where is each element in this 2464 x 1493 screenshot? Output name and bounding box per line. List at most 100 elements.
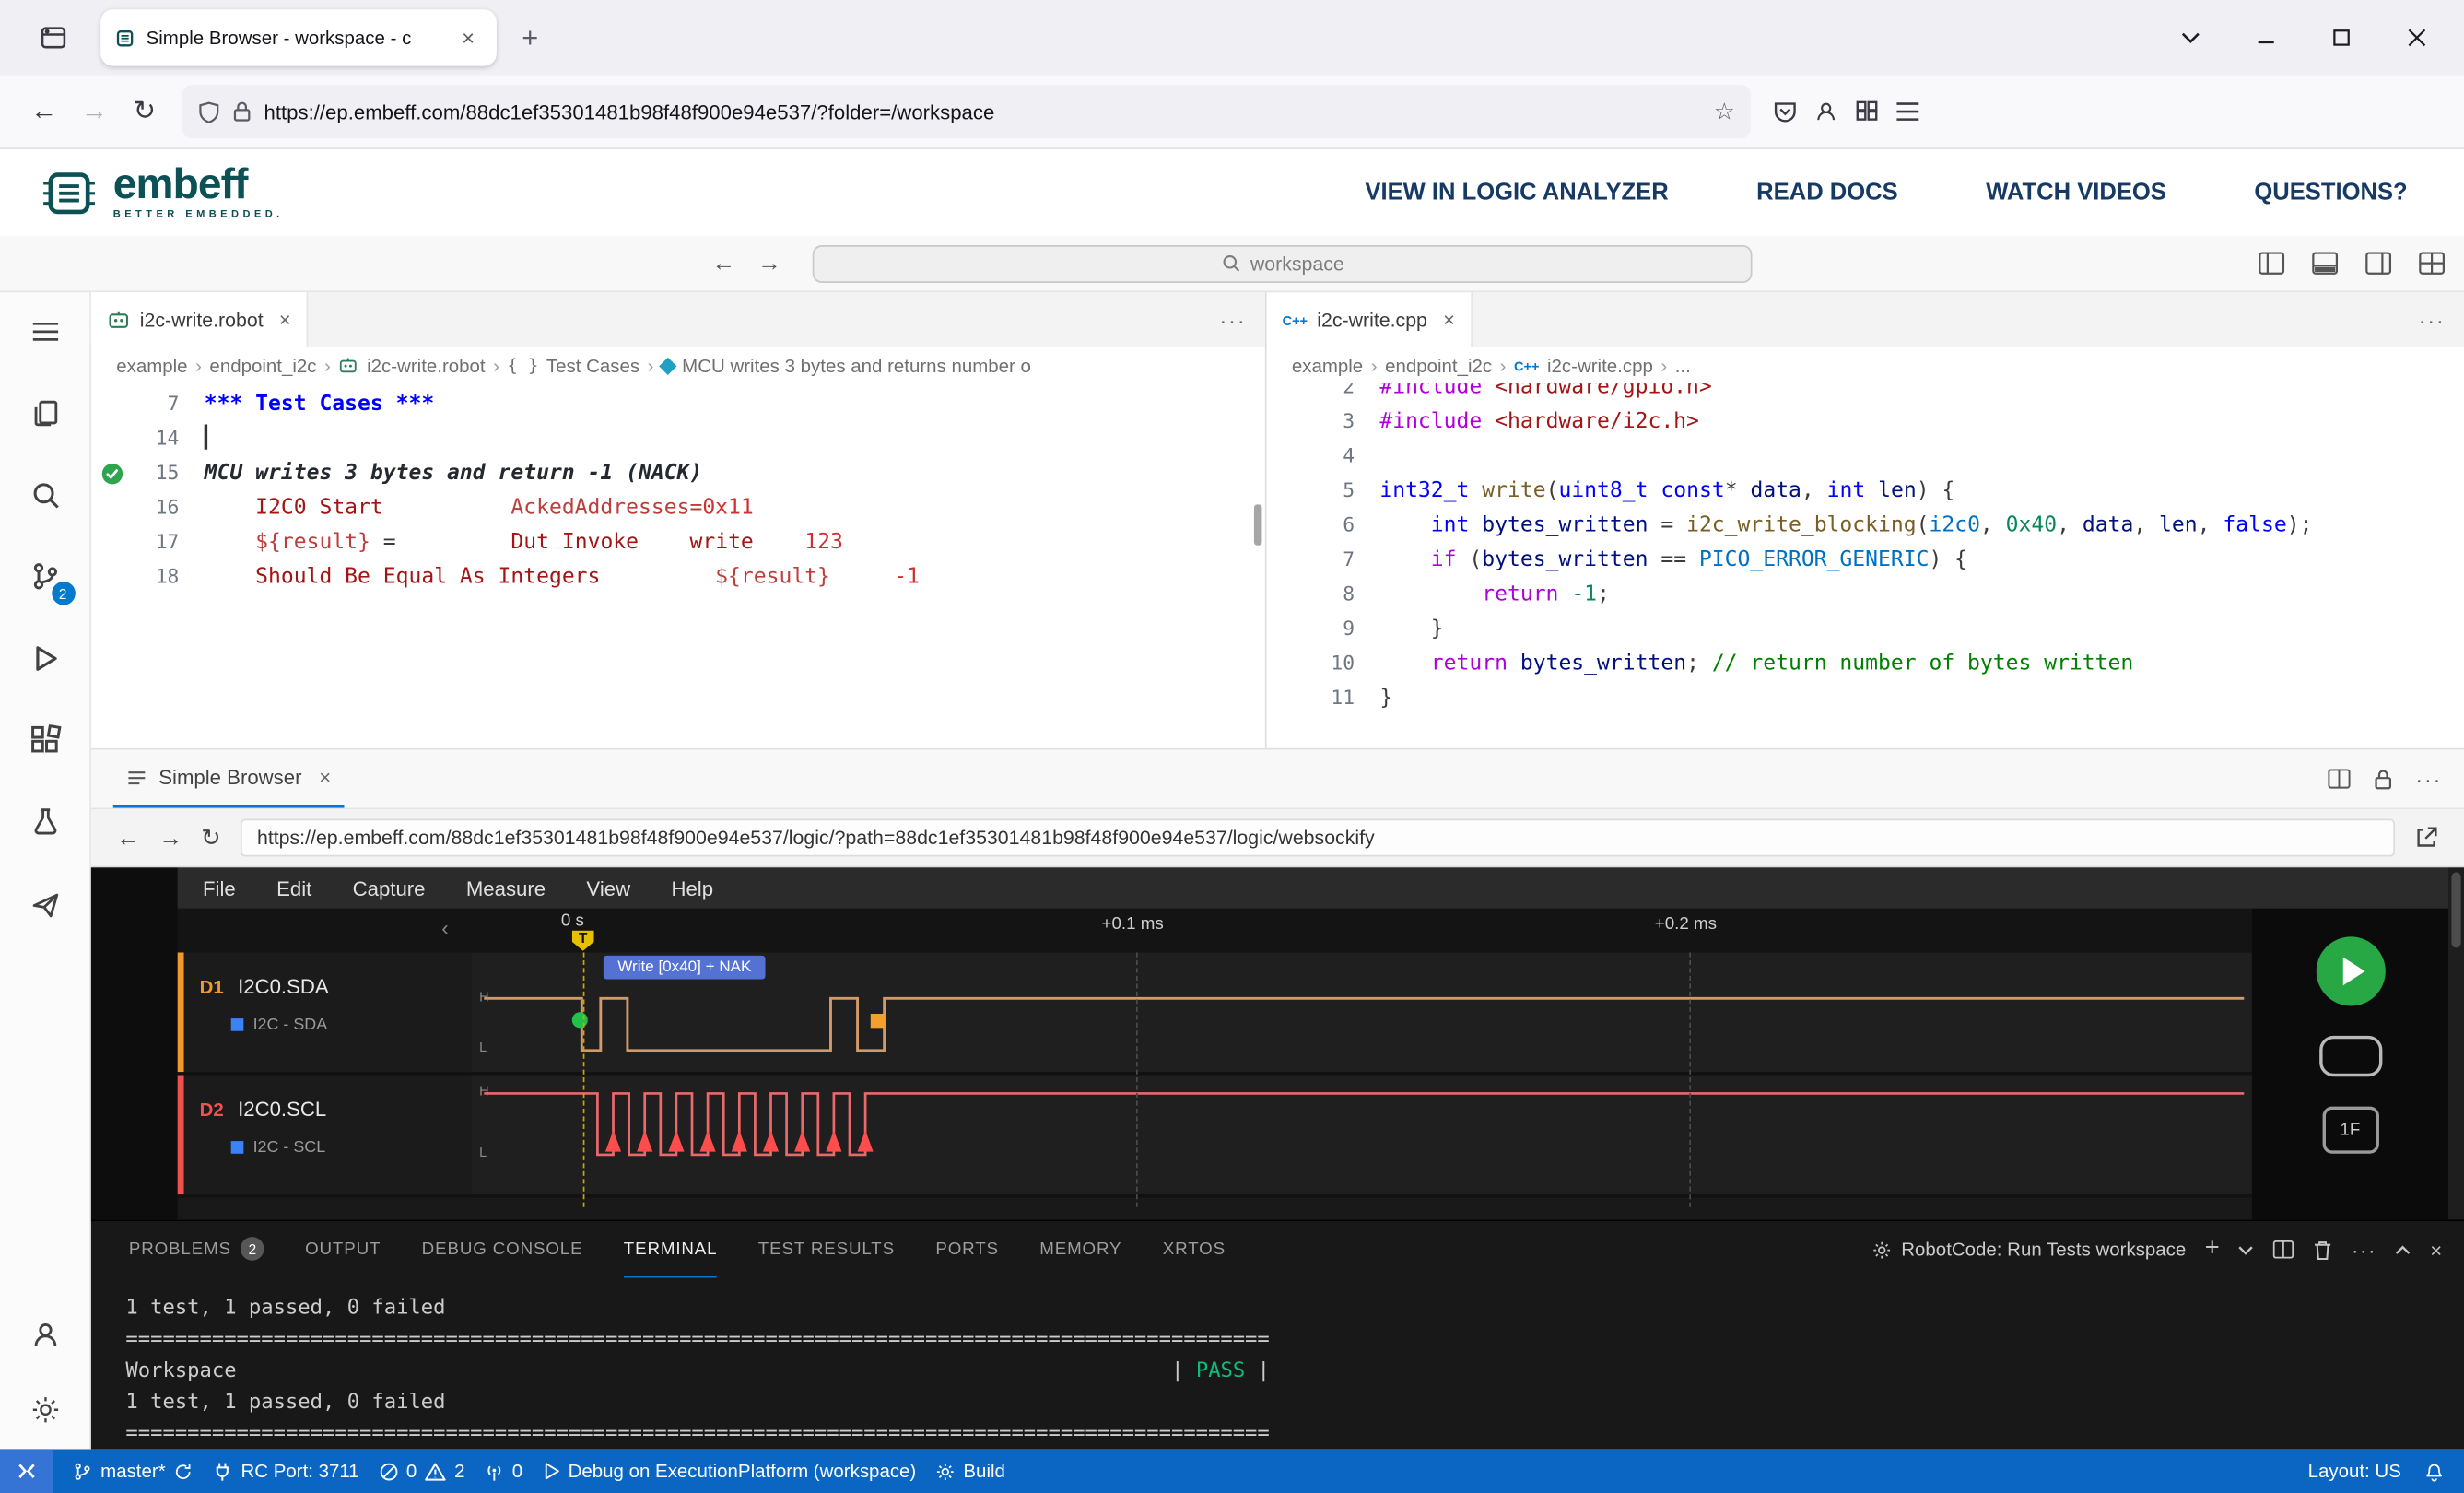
tab-test-results[interactable]: TEST RESULTS bbox=[758, 1221, 895, 1277]
menu-view[interactable]: View bbox=[586, 876, 630, 900]
channel-group-button[interactable]: 1F bbox=[2321, 1106, 2379, 1154]
split-editor-icon[interactable] bbox=[2328, 769, 2352, 789]
bookmark-star-icon[interactable]: ☆ bbox=[1714, 98, 1735, 125]
forward-button[interactable]: → bbox=[69, 87, 120, 137]
window-minimize-button[interactable] bbox=[2232, 11, 2301, 65]
crumb-endpoint-i2c[interactable]: endpoint_i2c bbox=[1385, 355, 1492, 377]
terminal-task[interactable]: RobotCode: Run Tests workspace bbox=[1871, 1239, 2186, 1261]
trigger-marker[interactable]: T bbox=[571, 930, 594, 951]
split-terminal-icon[interactable] bbox=[2273, 1240, 2295, 1259]
run-capture-button[interactable] bbox=[2315, 936, 2385, 1006]
more-actions-icon[interactable]: ··· bbox=[1219, 307, 1246, 332]
search-icon[interactable] bbox=[24, 475, 65, 515]
tab-close-icon[interactable]: × bbox=[279, 308, 291, 332]
customize-layout-icon[interactable] bbox=[2411, 242, 2451, 283]
explorer-icon[interactable] bbox=[24, 393, 65, 433]
address-bar[interactable]: https://ep.embeff.com/88dc1ef35301481b98… bbox=[182, 85, 1751, 139]
back-button[interactable]: ← bbox=[18, 87, 69, 137]
tab-simple-browser[interactable]: Simple Browser × bbox=[112, 749, 344, 808]
device-button[interactable] bbox=[2318, 1035, 2382, 1077]
waveform-sda[interactable]: H L Write [0x40] + NAK bbox=[472, 952, 2252, 1072]
extensions-icon[interactable] bbox=[24, 720, 65, 760]
pan-left-icon[interactable]: ‹ bbox=[441, 916, 448, 940]
crumb-test-name[interactable]: MCU writes 3 bytes and returns number o bbox=[682, 355, 1031, 377]
nav-questions[interactable]: QUESTIONS? bbox=[2254, 179, 2407, 206]
crumb-example[interactable]: example bbox=[1292, 355, 1363, 377]
tab-problems[interactable]: PROBLEMS 2 bbox=[129, 1221, 264, 1277]
terminal-output[interactable]: 1 test, 1 passed, 0 failed ==============… bbox=[91, 1277, 2464, 1449]
tab-output[interactable]: OUTPUT bbox=[305, 1221, 381, 1277]
rc-port-status[interactable]: RC Port: 3711 bbox=[213, 1460, 359, 1482]
toggle-primary-sidebar-icon[interactable] bbox=[2250, 242, 2291, 283]
crumb-example[interactable]: example bbox=[116, 355, 187, 377]
tab-ports[interactable]: PORTS bbox=[935, 1221, 999, 1277]
crumb-symbol[interactable]: ... bbox=[1675, 355, 1691, 377]
crumb-endpoint-i2c[interactable]: endpoint_i2c bbox=[209, 355, 316, 377]
back-icon[interactable]: ← bbox=[116, 824, 140, 851]
analyzer-timeline[interactable]: ‹ 0 s T +0.1 ms +0.2 ms bbox=[177, 908, 2252, 953]
browser-tab[interactable]: Simple Browser - workspace - c × bbox=[100, 9, 497, 66]
lock-icon[interactable] bbox=[2373, 768, 2393, 790]
editor-forward-icon[interactable]: → bbox=[757, 250, 781, 276]
build-task[interactable]: Build bbox=[935, 1460, 1005, 1482]
source-control-icon[interactable]: 2 bbox=[24, 557, 76, 605]
more-actions-icon[interactable]: ··· bbox=[2419, 307, 2446, 332]
reload-icon[interactable]: ↻ bbox=[201, 824, 220, 852]
crumb-file[interactable]: i2c-write.robot bbox=[367, 355, 486, 377]
firefox-view-icon[interactable] bbox=[29, 13, 79, 64]
branch-status[interactable]: master* bbox=[72, 1460, 194, 1482]
tracking-shield-icon[interactable] bbox=[198, 100, 220, 123]
testing-beaker-icon[interactable] bbox=[24, 802, 65, 842]
channel-label-sda[interactable]: D1 I2C0.SDA I2C - SDA bbox=[177, 952, 472, 1073]
forward-icon[interactable]: → bbox=[158, 824, 182, 851]
menu-help[interactable]: Help bbox=[671, 876, 713, 900]
debug-status[interactable]: Debug on ExecutionPlatform (workspace) bbox=[542, 1460, 916, 1482]
tab-close-icon[interactable]: × bbox=[319, 766, 331, 790]
tab-xrtos[interactable]: XRTOS bbox=[1163, 1221, 1226, 1277]
menu-hamburger-icon[interactable] bbox=[24, 312, 65, 352]
account-icon[interactable] bbox=[24, 1314, 65, 1355]
waveform-scl[interactable]: H L bbox=[472, 1075, 2252, 1194]
open-external-icon[interactable] bbox=[2413, 825, 2438, 850]
nav-read-docs[interactable]: READ DOCS bbox=[1756, 179, 1898, 206]
list-tabs-chevron-icon[interactable] bbox=[2156, 11, 2225, 65]
pocket-icon[interactable] bbox=[1773, 99, 1798, 123]
errors-warnings[interactable]: 0 2 bbox=[378, 1460, 465, 1482]
menu-capture[interactable]: Capture bbox=[353, 876, 426, 900]
simple-browser-url[interactable]: https://ep.embeff.com/88dc1ef35301481b98… bbox=[240, 818, 2396, 857]
tab-close-icon[interactable]: × bbox=[452, 22, 484, 53]
new-terminal-icon[interactable]: + bbox=[2205, 1235, 2220, 1264]
account-icon[interactable] bbox=[1813, 99, 1838, 123]
notifications-bell-icon[interactable] bbox=[2423, 1460, 2446, 1482]
channel-label-scl[interactable]: D2 I2C0.SCL I2C - SCL bbox=[177, 1075, 472, 1195]
menu-icon[interactable] bbox=[1895, 100, 1920, 123]
ports-status[interactable]: 0 bbox=[484, 1460, 522, 1482]
analyzer-scrollbar[interactable] bbox=[2448, 867, 2464, 1220]
kill-terminal-icon[interactable] bbox=[2314, 1240, 2332, 1260]
toggle-panel-icon[interactable] bbox=[2304, 242, 2344, 283]
new-tab-button[interactable]: + bbox=[512, 18, 547, 58]
more-actions-icon[interactable]: ··· bbox=[2415, 766, 2442, 791]
test-pass-icon[interactable] bbox=[91, 456, 132, 491]
command-center-search[interactable]: workspace bbox=[812, 244, 1753, 283]
terminal-dropdown-icon[interactable] bbox=[2238, 1244, 2254, 1255]
menu-measure[interactable]: Measure bbox=[466, 876, 546, 900]
decode-annotation[interactable]: Write [0x40] + NAK bbox=[603, 955, 766, 980]
tab-i2c-write-cpp[interactable]: C++ i2c-write.cpp × bbox=[1266, 292, 1473, 347]
close-panel-icon[interactable]: × bbox=[2430, 1238, 2442, 1262]
embeff-logo[interactable]: embeff BETTER EMBEDDED. bbox=[38, 161, 284, 224]
menu-edit[interactable]: Edit bbox=[276, 876, 311, 900]
reload-button[interactable]: ↻ bbox=[120, 87, 170, 137]
menu-file[interactable]: File bbox=[203, 876, 236, 900]
layout-status[interactable]: Layout: US bbox=[2308, 1460, 2401, 1482]
extensions-icon[interactable] bbox=[1854, 99, 1879, 123]
nav-logic-analyzer[interactable]: VIEW IN LOGIC ANALYZER bbox=[1365, 179, 1668, 206]
editor-back-icon[interactable]: ← bbox=[712, 250, 736, 276]
window-close-button[interactable] bbox=[2382, 11, 2451, 65]
editor-scrollbar[interactable] bbox=[1253, 504, 1262, 546]
tab-close-icon[interactable]: × bbox=[1443, 308, 1455, 332]
toggle-secondary-sidebar-icon[interactable] bbox=[2357, 242, 2398, 283]
remote-indicator[interactable] bbox=[0, 1449, 53, 1493]
window-maximize-button[interactable] bbox=[2307, 11, 2376, 65]
tab-memory[interactable]: MEMORY bbox=[1039, 1221, 1121, 1277]
